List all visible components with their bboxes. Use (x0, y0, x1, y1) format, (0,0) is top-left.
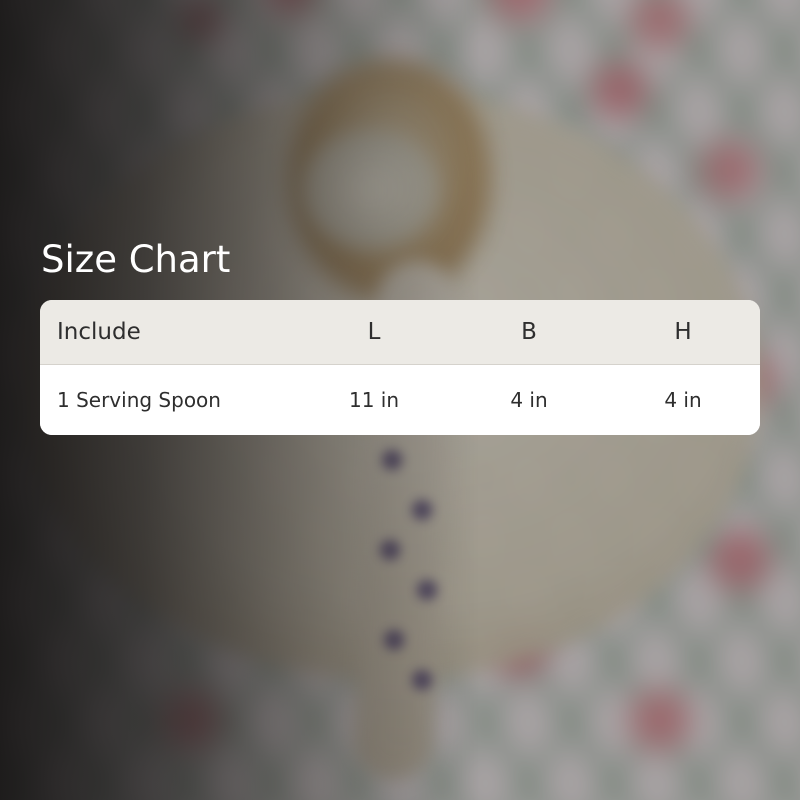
table-row: 1 Serving Spoon 11 in 4 in 4 in (40, 365, 760, 435)
cell-include: 1 Serving Spoon (57, 388, 221, 412)
column-header-height: H (674, 319, 692, 345)
column-header-breadth: B (521, 319, 537, 345)
column-header-length: L (367, 319, 381, 345)
table-header-row: Include L B H (40, 300, 760, 365)
column-header-include: Include (57, 319, 141, 345)
cell-height: 4 in (664, 388, 702, 412)
size-chart-title: Size Chart (41, 238, 231, 281)
size-chart-table: Include L B H 1 Serving Spoon 11 in 4 in… (40, 300, 760, 435)
cell-breadth: 4 in (510, 388, 548, 412)
cell-length: 11 in (348, 388, 400, 412)
